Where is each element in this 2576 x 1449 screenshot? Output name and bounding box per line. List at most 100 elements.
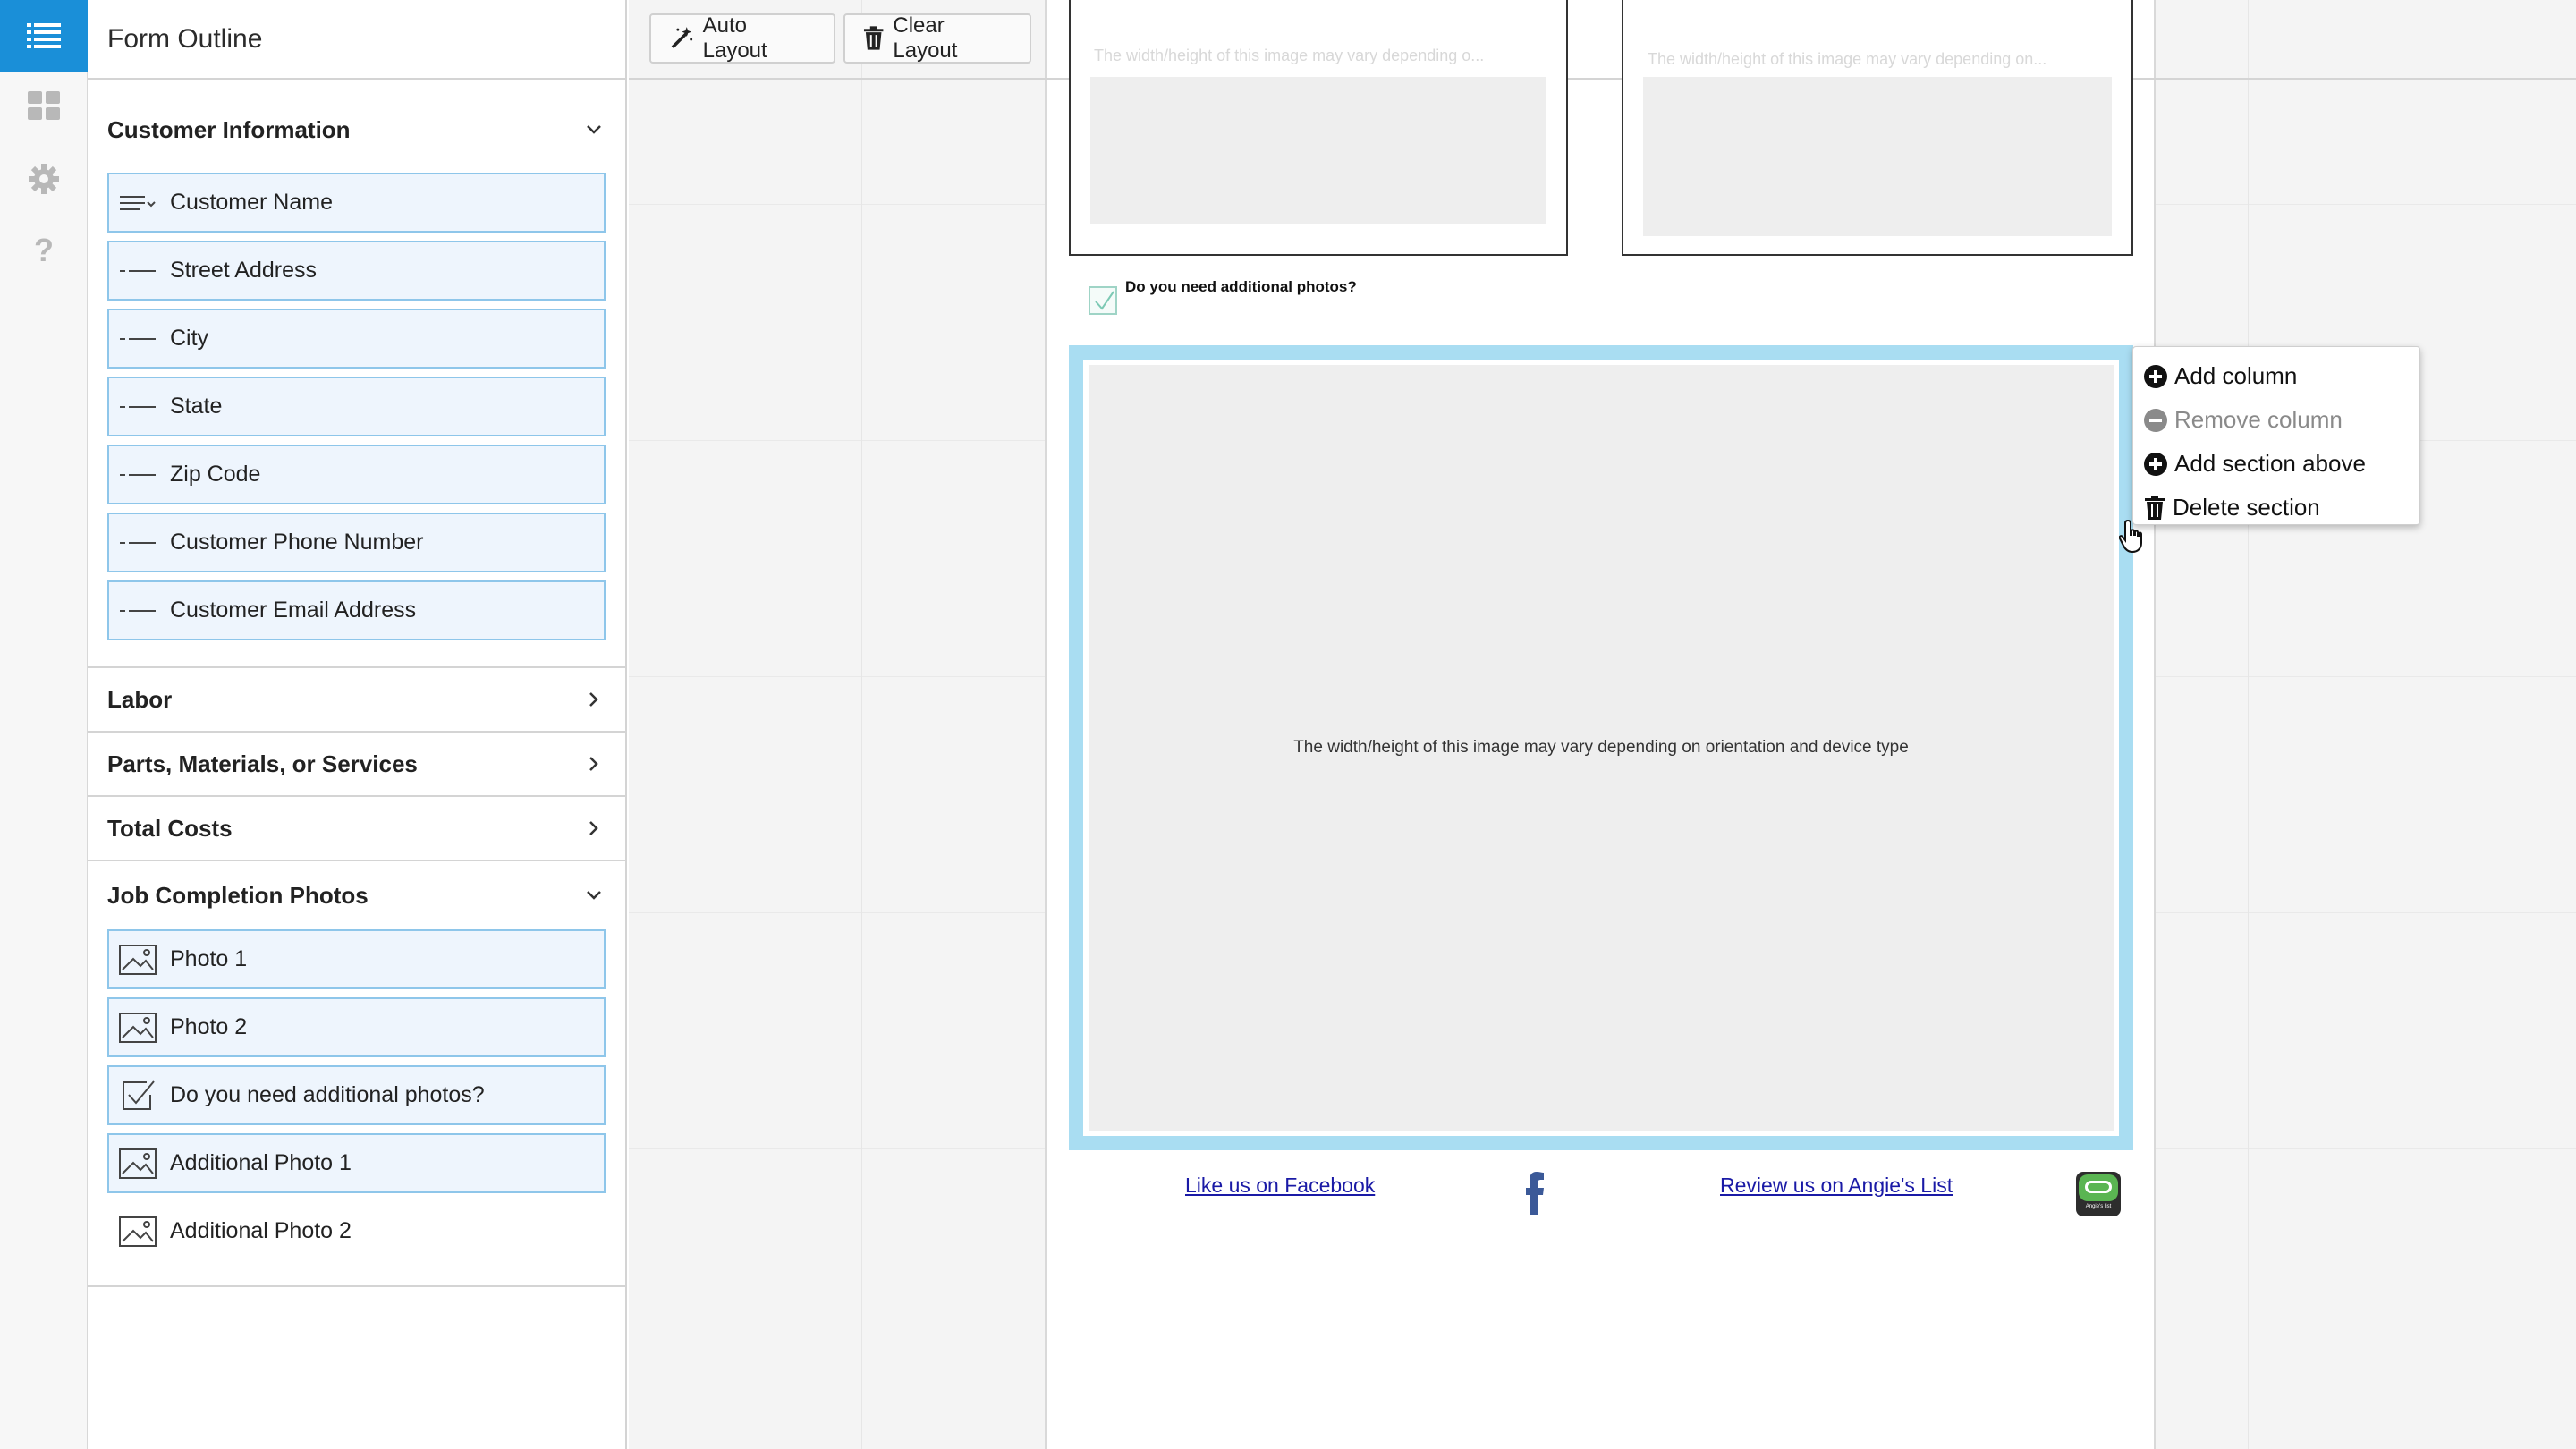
section-label: Parts, Materials, or Services bbox=[107, 750, 418, 777]
section-header-customer-information[interactable]: Customer Information bbox=[88, 80, 625, 173]
gear-icon bbox=[29, 164, 59, 194]
field-label: Additional Photo 2 bbox=[170, 1218, 352, 1243]
section-label: Labor bbox=[107, 685, 173, 713]
rail-item-dashboard[interactable] bbox=[0, 79, 88, 132]
menu-remove-column: Remove column bbox=[2133, 398, 2419, 442]
section-header-total-costs[interactable]: Total Costs bbox=[88, 797, 625, 860]
text-field-icon bbox=[118, 459, 157, 491]
field-label: State bbox=[170, 394, 223, 419]
outline-field-zip-code[interactable]: Zip Code bbox=[107, 445, 606, 504]
outline-section-customer-information: Customer Information Customer Name Stree… bbox=[88, 80, 625, 668]
section-label: Job Completion Photos bbox=[107, 881, 369, 909]
outline-section-parts-materials-services: Parts, Materials, or Services bbox=[88, 733, 625, 797]
auto-layout-button[interactable]: Auto Layout bbox=[649, 13, 835, 64]
checkmark-icon bbox=[1095, 291, 1114, 310]
additional-photos-label: Do you need additional photos? bbox=[1125, 278, 1357, 295]
chevron-right-icon bbox=[582, 752, 606, 775]
dropdown-text-icon bbox=[118, 187, 157, 219]
outline-field-street-address[interactable]: Street Address bbox=[107, 241, 606, 301]
angies-logo-text: Angie's list bbox=[2085, 1204, 2112, 1209]
facebook-icon bbox=[1526, 1172, 1544, 1215]
field-label: Additional Photo 1 bbox=[170, 1150, 352, 1175]
outline-field-additional-photos-checkbox[interactable]: Do you need additional photos? bbox=[107, 1065, 606, 1125]
field-label: City bbox=[170, 326, 209, 351]
auto-layout-label: Auto Layout bbox=[702, 13, 767, 63]
menu-item-label: Delete section bbox=[2173, 494, 2320, 521]
chevron-down-icon bbox=[582, 118, 606, 141]
text-field-icon bbox=[118, 323, 157, 355]
outline-section-job-completion-photos: Job Completion Photos Photo 1 Photo 2 Do… bbox=[88, 861, 625, 1287]
help-icon: ? bbox=[34, 232, 54, 268]
photo-2-placeholder bbox=[1643, 77, 2112, 236]
image-icon bbox=[118, 1012, 157, 1044]
outline-field-customer-phone-number[interactable]: Customer Phone Number bbox=[107, 513, 606, 572]
menu-add-section-above[interactable]: Add section above bbox=[2133, 442, 2419, 486]
outline-title: Form Outline bbox=[88, 0, 625, 80]
section-header-job-completion-photos[interactable]: Job Completion Photos bbox=[88, 861, 625, 929]
hand-cursor-icon bbox=[2119, 519, 2142, 554]
menu-item-label: Add column bbox=[2174, 362, 2298, 389]
angies-list-link[interactable]: Review us on Angie's List bbox=[1720, 1174, 1953, 1198]
image-icon bbox=[118, 1148, 157, 1180]
toolbar-divider bbox=[629, 78, 1045, 80]
menu-add-column[interactable]: Add column bbox=[2133, 354, 2419, 398]
canvas-toolbar: Auto Layout Clear Layout bbox=[629, 0, 2576, 80]
text-field-icon bbox=[118, 255, 157, 287]
outline-field-state[interactable]: State bbox=[107, 377, 606, 436]
field-label: Zip Code bbox=[170, 462, 261, 487]
image-icon bbox=[118, 1216, 157, 1248]
minus-circle-icon bbox=[2144, 408, 2167, 432]
field-label: Photo 1 bbox=[170, 946, 248, 971]
image-placeholder-text: The width/height of this image may vary … bbox=[1293, 738, 1909, 757]
toolbar-divider bbox=[2156, 78, 2576, 80]
facebook-link[interactable]: Like us on Facebook bbox=[1185, 1174, 1375, 1198]
form-outline-panel: Form Outline Customer Information Custom… bbox=[88, 0, 627, 1449]
outline-section-labor: Labor bbox=[88, 668, 625, 733]
plus-circle-icon bbox=[2144, 364, 2167, 388]
outline-field-additional-photo-1[interactable]: Additional Photo 1 bbox=[107, 1133, 606, 1193]
outline-field-city[interactable]: City bbox=[107, 309, 606, 369]
chevron-right-icon bbox=[582, 817, 606, 840]
outline-field-additional-photo-2[interactable]: Additional Photo 2 bbox=[107, 1201, 606, 1261]
outline-field-photo-1[interactable]: Photo 1 bbox=[107, 929, 606, 989]
outline-field-customer-name[interactable]: Customer Name bbox=[107, 173, 606, 233]
field-label: Customer Email Address bbox=[170, 597, 417, 623]
angies-list-logo: Angie's list bbox=[2076, 1172, 2121, 1216]
menu-delete-section[interactable]: Delete section bbox=[2133, 486, 2419, 530]
outline-field-photo-2[interactable]: Photo 2 bbox=[107, 997, 606, 1057]
outline-section-total-costs: Total Costs bbox=[88, 797, 625, 861]
section-context-menu: Add column Remove column Add section abo… bbox=[2132, 346, 2420, 525]
outline-field-customer-email-address[interactable]: Customer Email Address bbox=[107, 580, 606, 640]
chevron-down-icon bbox=[582, 884, 606, 907]
clear-layout-button[interactable]: Clear Layout bbox=[843, 13, 1031, 64]
section-label: Total Costs bbox=[107, 814, 233, 842]
grid-line bbox=[2248, 0, 2249, 1449]
trash-icon bbox=[2145, 495, 2165, 520]
toolbar-divider bbox=[2133, 78, 2156, 80]
list-icon bbox=[27, 23, 61, 48]
additional-photo-1-placeholder[interactable]: The width/height of this image may vary … bbox=[1089, 365, 2114, 1131]
additional-photos-checkbox[interactable] bbox=[1089, 286, 1117, 315]
menu-item-label: Add section above bbox=[2174, 450, 2366, 477]
field-label: Do you need additional photos? bbox=[170, 1082, 485, 1107]
magic-wand-icon bbox=[671, 27, 693, 49]
field-label: Photo 2 bbox=[170, 1014, 248, 1039]
grid-line bbox=[861, 0, 862, 1449]
chevron-right-icon bbox=[582, 688, 606, 711]
menu-item-label: Remove column bbox=[2174, 406, 2343, 433]
text-field-icon bbox=[118, 527, 157, 559]
toolbar-divider bbox=[1568, 78, 1622, 80]
photo-1-placeholder bbox=[1090, 77, 1546, 224]
section-header-labor[interactable]: Labor bbox=[88, 668, 625, 731]
toolbar-divider bbox=[1045, 78, 1069, 80]
icon-rail: ? bbox=[0, 0, 100, 1449]
field-label: Street Address bbox=[170, 258, 317, 283]
section-header-parts-materials-services[interactable]: Parts, Materials, or Services bbox=[88, 733, 625, 795]
section-label: Customer Information bbox=[107, 115, 351, 143]
image-icon bbox=[118, 944, 157, 976]
text-field-icon bbox=[118, 391, 157, 423]
rail-item-outline[interactable] bbox=[0, 0, 100, 72]
rail-item-help[interactable]: ? bbox=[0, 224, 88, 277]
rail-item-settings[interactable] bbox=[0, 152, 88, 206]
clear-layout-label: Clear Layout bbox=[893, 13, 958, 63]
